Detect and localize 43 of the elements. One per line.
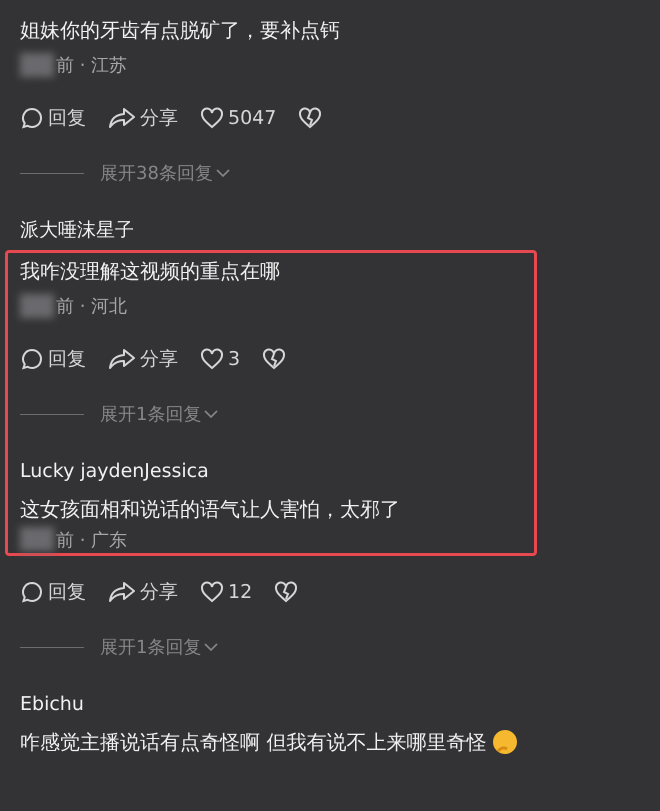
comment-text: 这女孩面相和说话的语气让人害怕，太邪了 [20, 496, 400, 523]
chevron-down-icon [214, 168, 231, 178]
comment-text: 我咋没理解这视频的重点在哪 [20, 258, 280, 285]
broken-heart-icon [262, 348, 286, 370]
share-icon [108, 581, 136, 603]
redacted-mark [20, 53, 54, 77]
comment-text: 姐妹你的牙齿有点脱矿了，要补点钙 [20, 17, 340, 44]
comment-icon [20, 347, 44, 371]
comment-text: 咋感觉主播说话有点奇怪啊 但我有说不上来哪里奇怪 [20, 729, 486, 756]
comment-icon [20, 580, 44, 604]
heart-icon [200, 348, 224, 370]
heart-icon [200, 107, 224, 129]
expand-replies-button[interactable]: 展开1条回复 [100, 400, 220, 428]
reply-button[interactable]: 回复 [20, 578, 86, 606]
dislike-button[interactable] [262, 348, 286, 370]
expand-replies-button[interactable]: 展开1条回复 [100, 634, 220, 660]
comment-icon [20, 106, 44, 130]
dislike-button[interactable] [298, 107, 322, 129]
redacted-mark [20, 527, 54, 551]
author-name: Ebichu [20, 692, 85, 717]
redacted-mark [20, 294, 54, 318]
reply-button[interactable]: 回复 [20, 104, 86, 132]
dislike-button[interactable] [274, 581, 298, 603]
share-button[interactable]: 分享 [108, 104, 178, 132]
expand-replies-button[interactable]: 展开38条回复 [100, 160, 231, 186]
author-name: 派大唾沫星子 [20, 218, 135, 243]
like-button[interactable]: 12 [200, 578, 252, 606]
reply-button[interactable]: 回复 [20, 344, 86, 374]
chevron-down-icon [203, 409, 220, 419]
chevron-down-icon [203, 642, 220, 652]
share-button[interactable]: 分享 [108, 578, 178, 606]
comment-meta: 前 · 广东 [56, 529, 128, 553]
author-name: Lucky jaydenJessica [20, 458, 210, 484]
share-icon [108, 107, 136, 129]
comment-meta: 前 · 江苏 [56, 54, 128, 78]
share-button[interactable]: 分享 [108, 344, 178, 374]
share-icon [108, 348, 136, 370]
broken-heart-icon [298, 107, 322, 129]
like-button[interactable]: 5047 [200, 104, 276, 132]
heart-icon [200, 581, 224, 603]
broken-heart-icon [274, 581, 298, 603]
like-button[interactable]: 3 [200, 344, 240, 374]
comment-meta: 前 · 河北 [56, 294, 128, 318]
